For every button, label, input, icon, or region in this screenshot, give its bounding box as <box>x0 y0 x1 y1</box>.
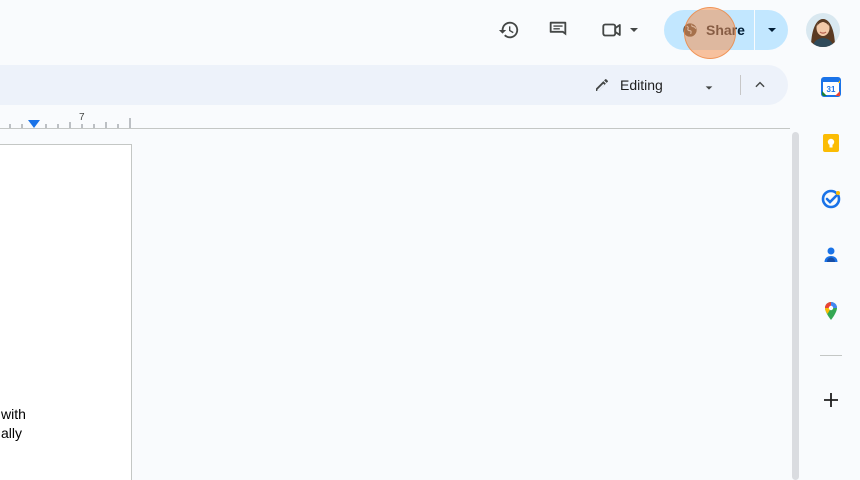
caret-down-icon <box>767 28 776 32</box>
comments-icon[interactable] <box>546 18 570 42</box>
share-label: Share <box>706 22 745 38</box>
editing-mode-dropdown[interactable]: Editing <box>584 69 732 101</box>
ruler-number: 7 <box>79 112 85 123</box>
avatar[interactable] <box>806 13 840 47</box>
document-page[interactable]: with ally <box>0 144 132 480</box>
share-options-button[interactable] <box>755 10 788 50</box>
version-history-icon[interactable] <box>497 18 521 42</box>
add-icon[interactable] <box>820 389 842 411</box>
tasks-icon[interactable] <box>820 188 842 210</box>
horizontal-ruler: 7 <box>0 112 790 130</box>
chevron-down-icon <box>704 80 714 98</box>
toolbar: Editing <box>0 65 788 105</box>
text-line: ally <box>1 425 23 441</box>
scrollbar-thumb[interactable] <box>792 132 799 480</box>
side-panel: 31 <box>806 62 860 480</box>
toolbar-divider <box>740 75 741 95</box>
maps-icon[interactable] <box>820 300 842 322</box>
share-button[interactable]: Share <box>664 10 754 50</box>
keep-icon[interactable] <box>820 132 842 154</box>
editing-mode-label: Editing <box>620 77 663 93</box>
meet-icon[interactable] <box>600 18 644 42</box>
document-scrollbar[interactable] <box>791 130 800 480</box>
share-button-group: Share <box>664 10 788 50</box>
contacts-icon[interactable] <box>820 244 842 266</box>
calendar-icon[interactable]: 31 <box>820 76 842 98</box>
side-panel-divider <box>820 355 842 356</box>
globe-icon <box>682 22 698 38</box>
pencil-icon <box>594 77 610 93</box>
calendar-day: 31 <box>827 85 836 94</box>
document-text[interactable]: with ally <box>1 405 26 443</box>
top-bar: Share <box>0 0 860 62</box>
chevron-down-icon <box>630 28 638 32</box>
chevron-up-icon <box>755 81 765 88</box>
ruler-baseline <box>0 128 790 129</box>
text-line: with <box>1 406 26 422</box>
hide-menus-button[interactable] <box>748 73 772 97</box>
